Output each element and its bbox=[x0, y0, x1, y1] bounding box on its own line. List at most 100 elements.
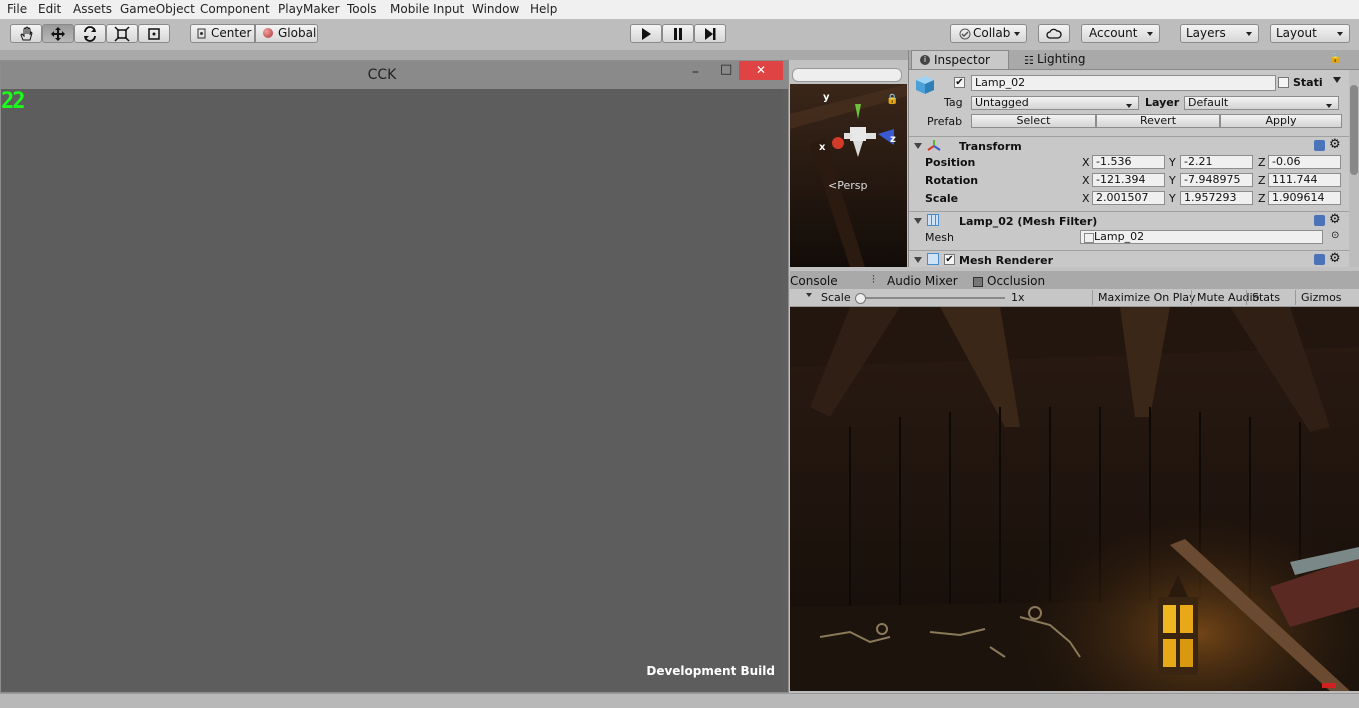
hand-tool-button[interactable] bbox=[10, 24, 42, 43]
static-checkbox[interactable] bbox=[1278, 77, 1289, 88]
inspector-scrollbar[interactable] bbox=[1349, 70, 1359, 267]
position-x-axis: X bbox=[1082, 156, 1090, 169]
active-checkbox[interactable]: ✔ bbox=[954, 77, 965, 88]
tab-audio-mixer[interactable]: Audio Mixer bbox=[887, 274, 958, 288]
menu-help[interactable]: Help bbox=[530, 2, 557, 16]
collapse-arrow-icon[interactable] bbox=[914, 257, 922, 263]
menu-bar: File Edit Assets GameObject Component Pl… bbox=[0, 0, 1359, 20]
scene-axis-y-label: y bbox=[823, 92, 830, 103]
mesh-filter-title: Lamp_02 (Mesh Filter) bbox=[959, 215, 1098, 228]
persp-label[interactable]: <Persp bbox=[828, 179, 867, 192]
prefab-select-button[interactable]: Select bbox=[971, 114, 1096, 128]
scale-slider[interactable] bbox=[855, 293, 1005, 304]
menu-window[interactable]: Window bbox=[472, 2, 519, 16]
position-x-field[interactable]: -1.536 bbox=[1092, 155, 1165, 169]
gameobject-cube-icon bbox=[914, 74, 936, 96]
account-dropdown[interactable]: Account bbox=[1081, 24, 1160, 43]
game-window-titlebar[interactable]: CCK – □ ✕ bbox=[1, 61, 788, 89]
menu-tools[interactable]: Tools bbox=[347, 2, 377, 16]
collab-check-icon bbox=[959, 27, 971, 41]
menu-component[interactable]: Component bbox=[200, 2, 270, 16]
pause-icon bbox=[674, 28, 682, 40]
display-dropdown-arrow[interactable] bbox=[806, 293, 812, 297]
component-gear-icon[interactable]: ⚙ bbox=[1329, 212, 1341, 227]
scale-x-axis: X bbox=[1082, 192, 1090, 205]
rotate-tool-button[interactable] bbox=[74, 24, 106, 43]
gizmos-dropdown[interactable]: Gizmos bbox=[1295, 290, 1354, 305]
component-gear-icon[interactable]: ⚙ bbox=[1329, 251, 1341, 266]
help-book-icon[interactable] bbox=[1314, 215, 1325, 226]
tab-console[interactable]: Console bbox=[790, 274, 838, 288]
layer-dropdown[interactable]: Default bbox=[1184, 96, 1339, 110]
scale-tool-button[interactable] bbox=[106, 24, 138, 43]
mesh-filter-header[interactable]: Lamp_02 (Mesh Filter) ⚙ bbox=[909, 211, 1349, 230]
game-window-title: CCK bbox=[367, 67, 397, 83]
stats-toggle[interactable]: Stats bbox=[1246, 290, 1285, 305]
layers-dropdown[interactable]: Layers bbox=[1180, 24, 1259, 43]
collapse-arrow-icon[interactable] bbox=[914, 218, 922, 224]
collab-dropdown[interactable]: Collab bbox=[950, 24, 1027, 43]
tag-label: Tag bbox=[944, 96, 963, 109]
play-button[interactable] bbox=[630, 24, 662, 43]
rect-tool-button[interactable] bbox=[138, 24, 170, 43]
game-view-render[interactable] bbox=[790, 307, 1359, 691]
move-icon bbox=[51, 27, 65, 41]
mesh-renderer-enabled-checkbox[interactable]: ✔ bbox=[944, 254, 955, 265]
cloud-button[interactable] bbox=[1038, 24, 1070, 43]
mesh-renderer-header[interactable]: ✔ Mesh Renderer ⚙ bbox=[909, 250, 1349, 269]
step-button[interactable] bbox=[694, 24, 726, 43]
help-book-icon[interactable] bbox=[1314, 254, 1325, 265]
scale-z-field[interactable]: 1.909614 bbox=[1268, 191, 1341, 205]
scene-view[interactable]: y x z 🔒 <Persp bbox=[790, 84, 907, 267]
static-dropdown-arrow[interactable] bbox=[1333, 77, 1341, 83]
menu-assets[interactable]: Assets bbox=[73, 2, 112, 16]
position-z-field[interactable]: -0.06 bbox=[1268, 155, 1341, 169]
tab-inspector[interactable]: i Inspector bbox=[911, 50, 1009, 69]
component-gear-icon[interactable]: ⚙ bbox=[1329, 137, 1341, 152]
menu-playmaker[interactable]: PlayMaker bbox=[278, 2, 340, 16]
object-name-field[interactable]: Lamp_02 bbox=[971, 75, 1276, 91]
pivot-center-button[interactable]: Center bbox=[190, 24, 255, 43]
object-picker-icon[interactable]: ⊙ bbox=[1331, 230, 1339, 241]
menu-gameobject[interactable]: GameObject bbox=[120, 2, 195, 16]
scale-z-axis: Z bbox=[1258, 192, 1266, 205]
lock-icon[interactable]: 🔒 bbox=[886, 94, 898, 105]
inspector-lock-icon[interactable]: 🔒 bbox=[1329, 53, 1341, 64]
inspector-scrollbar-thumb[interactable] bbox=[1350, 85, 1358, 175]
mesh-field[interactable]: Lamp_02 bbox=[1080, 230, 1323, 244]
scene-search-field[interactable] bbox=[792, 68, 902, 82]
scale-x-field[interactable]: 2.001507 bbox=[1092, 191, 1165, 205]
mesh-label: Mesh bbox=[925, 231, 954, 244]
scale-y-field[interactable]: 1.957293 bbox=[1180, 191, 1253, 205]
lighting-icon: ☷ bbox=[1024, 54, 1034, 67]
menu-file[interactable]: File bbox=[7, 2, 27, 16]
layout-dropdown[interactable]: Layout bbox=[1270, 24, 1350, 43]
rotation-x-field[interactable]: -121.394 bbox=[1092, 173, 1165, 187]
game-window-viewport[interactable]: 22 Development Build bbox=[1, 89, 783, 690]
minimize-button[interactable]: – bbox=[692, 64, 699, 80]
mesh-renderer-title: Mesh Renderer bbox=[959, 254, 1054, 267]
prefab-revert-button[interactable]: Revert bbox=[1096, 114, 1220, 128]
tab-lighting[interactable]: ☷ Lighting bbox=[1017, 50, 1117, 69]
scale-slider-thumb[interactable] bbox=[855, 293, 866, 304]
rotation-z-field[interactable]: 111.744 bbox=[1268, 173, 1341, 187]
audio-mixer-icon: ⫶ bbox=[872, 273, 875, 286]
menu-edit[interactable]: Edit bbox=[38, 2, 61, 16]
transform-header[interactable]: Transform ⚙ bbox=[909, 136, 1349, 155]
space-global-button[interactable]: Global bbox=[255, 24, 318, 43]
rotation-y-field[interactable]: -7.948975 bbox=[1180, 173, 1253, 187]
move-tool-button[interactable] bbox=[42, 24, 74, 43]
maximize-button[interactable]: □ bbox=[720, 62, 732, 77]
maximize-on-play-toggle[interactable]: Maximize On Play bbox=[1092, 290, 1201, 305]
rotation-x-axis: X bbox=[1082, 174, 1090, 187]
collapse-arrow-icon[interactable] bbox=[914, 143, 922, 149]
tag-dropdown[interactable]: Untagged bbox=[971, 96, 1139, 110]
close-button[interactable]: ✕ bbox=[739, 61, 783, 80]
menu-mobile-input[interactable]: Mobile Input bbox=[390, 2, 464, 16]
static-label: Stati bbox=[1293, 76, 1323, 89]
pause-button[interactable] bbox=[662, 24, 694, 43]
help-book-icon[interactable] bbox=[1314, 140, 1325, 151]
prefab-apply-button[interactable]: Apply bbox=[1220, 114, 1342, 128]
tab-occlusion[interactable]: Occlusion bbox=[987, 274, 1045, 288]
position-y-field[interactable]: -2.21 bbox=[1180, 155, 1253, 169]
